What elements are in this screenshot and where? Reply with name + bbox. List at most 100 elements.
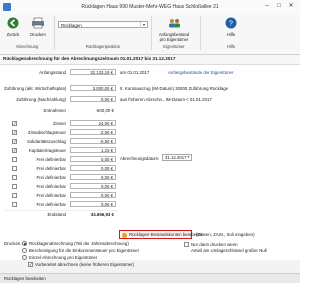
interest-tax-checkbox[interactable]: ✓ (12, 130, 17, 135)
edit-hint: (Zinsen, ZASt., Soli eingeben) (196, 232, 255, 237)
help-label: Hilfe (226, 32, 236, 37)
back-button[interactable]: Zurück (4, 17, 22, 37)
group-owners: Eigentümer (163, 44, 185, 49)
free-row-value[interactable]: 0,00 € (70, 174, 116, 180)
print-option-1-radio[interactable] (22, 241, 27, 246)
group-settlement: Abrechnung (15, 44, 39, 49)
print-options-label: Drucken: (4, 241, 22, 246)
allocation-value: 3.000,00 € (70, 85, 116, 91)
settlement-date-picker[interactable]: 31.12.2017 ▾ (162, 154, 192, 161)
print-option-1-label: Rücklagenabrechnung (Teil der Jahresabre… (29, 241, 129, 246)
ribbon-separator (151, 16, 152, 50)
print-option-4-checkbox[interactable]: ✓ (28, 262, 33, 267)
svg-text:?: ? (229, 20, 233, 27)
chevron-down-icon: ▾ (140, 22, 147, 28)
edit-accounts-icon (122, 232, 127, 238)
print-option-3-label: Einzel-Abrechnung pro Eigentümer (29, 255, 98, 260)
help-icon: ? (225, 17, 237, 29)
print-label: Drucken (30, 32, 46, 37)
free-row-checkbox[interactable] (12, 157, 17, 162)
edit-button-label: Rücklagen-Bestandskonten bearbeiten (129, 232, 204, 237)
free-row-checkbox[interactable] (12, 166, 17, 171)
free-row-label: Frei definierbar (36, 184, 66, 189)
withdrawals-value: -500,00 € (95, 108, 114, 113)
back-label: Zurück (6, 32, 20, 37)
free-row-value[interactable]: 0,00 € (70, 156, 116, 162)
allocation-label: Zuführung (akt. Wirtschaftsplan) (4, 86, 67, 91)
section-title: Rücklagenabrechnung für den Abrechnungsz… (3, 56, 176, 61)
free-row-value[interactable]: 0,00 € (70, 165, 116, 171)
withdrawals-label: Entnahmen (43, 108, 66, 113)
print-option-3-radio[interactable] (22, 255, 27, 260)
capital-tax-value[interactable]: 1,23 € (70, 147, 116, 153)
free-row-checkbox[interactable] (12, 193, 17, 198)
reserve-position-select[interactable]: Rücklagen ▾ (58, 21, 148, 28)
free-row-label: Frei definierbar (36, 166, 66, 171)
group-reserve-position: Rücklagenposition (85, 44, 121, 49)
settlement-date-label: Abrechnungsdatum: (120, 156, 160, 161)
total-divider (4, 210, 118, 211)
ribbon-separator (200, 16, 201, 50)
owners-label-2: pro Eigentümer (159, 37, 189, 42)
window-title: Rücklagen Haus 990 Muster-Mehr-WEG Haus … (81, 4, 219, 10)
free-row-value[interactable]: 0,00 € (70, 192, 116, 198)
back-arrow-icon (7, 17, 19, 29)
interest-label: Zinsen (52, 121, 66, 126)
initial-value: 32.133,19 € (70, 69, 116, 75)
chevron-down-icon: ▾ (187, 155, 190, 159)
free-row-label: Frei definierbar (36, 175, 66, 180)
interest-tax-value[interactable]: -2,50 € (70, 129, 116, 135)
only-when-checkbox[interactable] (184, 242, 189, 247)
capital-tax-checkbox[interactable]: ✓ (12, 148, 17, 153)
edit-reserve-accounts-button[interactable]: Rücklagen-Bestandskonten bearbeiten (119, 230, 203, 239)
print-option-4-label: Vorbereitet abrechnen (keine früheren Ei… (35, 262, 135, 267)
print-option-2-label: Bescheinigung für die Einkommensteuer pr… (29, 248, 140, 253)
free-row-label: Frei definierbar (36, 193, 66, 198)
reserve-position-value: Rücklagen (61, 23, 82, 28)
interest-tax-label: Zinsabschlagsteuer (27, 130, 66, 135)
print-options: Drucken: Rücklagenabrechnung (Teil der J… (0, 241, 300, 273)
free-row-value[interactable]: 0,00 € (70, 183, 116, 189)
group-help: Hilfe (226, 44, 236, 49)
owners-initial-balance-button[interactable]: Anfangsbestand pro Eigentümer (154, 17, 194, 42)
solidarity-value[interactable]: -0,50 € (70, 138, 116, 144)
free-row-label: Frei definierbar (36, 157, 66, 162)
ribbon-toolbar: Zurück Drucken Abrechnung Rücklagen ▾ Rü… (0, 14, 300, 55)
final-label: Endstand (47, 212, 66, 217)
free-row-label: Frei definierbar (36, 202, 66, 207)
interest-value[interactable]: 24,00 € (70, 120, 116, 126)
extra-label: Zuführung (Nachzahlung) (16, 97, 66, 102)
capital-tax-label: Kapitalertragsteuer (28, 148, 66, 153)
close-button[interactable]: ✕ (286, 2, 296, 11)
ribbon-separator (54, 16, 55, 50)
maximize-button[interactable]: □ (274, 2, 284, 11)
solidarity-label: Solidaritätszuschlag (26, 139, 66, 144)
status-bar: Rücklagen bearbeiten (0, 273, 300, 283)
extra-note: aus früheren Abrechn., IM-Datum < 01.01.… (120, 97, 212, 102)
status-text: Rücklagen bearbeiten (4, 276, 46, 281)
printer-icon (32, 17, 44, 29)
extra-value: 0,00 € (70, 96, 116, 102)
help-button[interactable]: ? Hilfe (222, 17, 240, 37)
title-bar: Rücklagen Haus 990 Muster-Mehr-WEG Haus … (0, 0, 300, 15)
free-row-checkbox[interactable] (12, 184, 17, 189)
initial-date: am 01.01.2017 (120, 70, 150, 75)
print-option-2-radio[interactable] (22, 248, 27, 253)
initial-label: Anfangsstand (39, 70, 66, 75)
owners-initial-link[interactable]: Anfangsbestände der Eigentümer (168, 70, 233, 75)
free-row-checkbox[interactable] (12, 175, 17, 180)
section-header: Rücklagenabrechnung für den Abrechnungsz… (0, 55, 300, 65)
interest-checkbox[interactable]: ✓ (12, 121, 17, 126)
final-value: 34.656,93 € (90, 212, 114, 217)
solidarity-checkbox[interactable]: ✓ (12, 139, 17, 144)
owners-icon (169, 19, 180, 28)
minimize-button[interactable]: – (262, 2, 272, 11)
allocation-note: It. Kontoauszug (IM-Datum) 30000 Zuführu… (120, 86, 229, 91)
settlement-date-value: 31.12.2017 (165, 155, 187, 160)
only-when-label: Nur dann drucken wenn (191, 242, 238, 247)
free-row-checkbox[interactable] (12, 202, 17, 207)
app-window: Rücklagen Haus 990 Muster-Mehr-WEG Haus … (0, 0, 300, 283)
free-row-value[interactable]: 0,00 € (70, 201, 116, 207)
only-when-label-2: Anteil am Umlageschlüssel größer Null (191, 248, 267, 253)
print-button[interactable]: Drucken (28, 17, 48, 37)
